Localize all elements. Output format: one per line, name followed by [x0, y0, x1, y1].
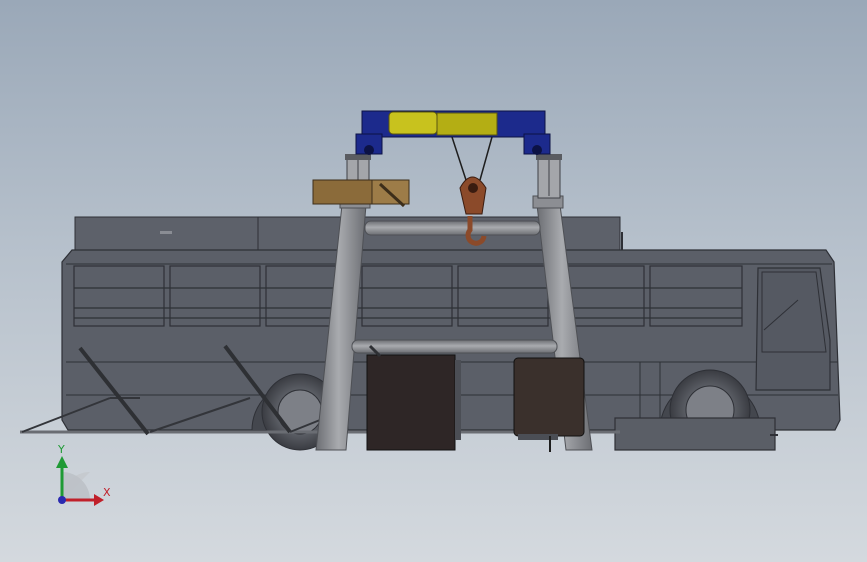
- x-axis-label: X: [103, 486, 111, 499]
- y-axis-label: Y: [58, 443, 65, 456]
- z-axis-dot: [58, 496, 66, 504]
- cad-viewport[interactable]: X Y: [0, 0, 867, 562]
- orientation-triad: [56, 456, 104, 506]
